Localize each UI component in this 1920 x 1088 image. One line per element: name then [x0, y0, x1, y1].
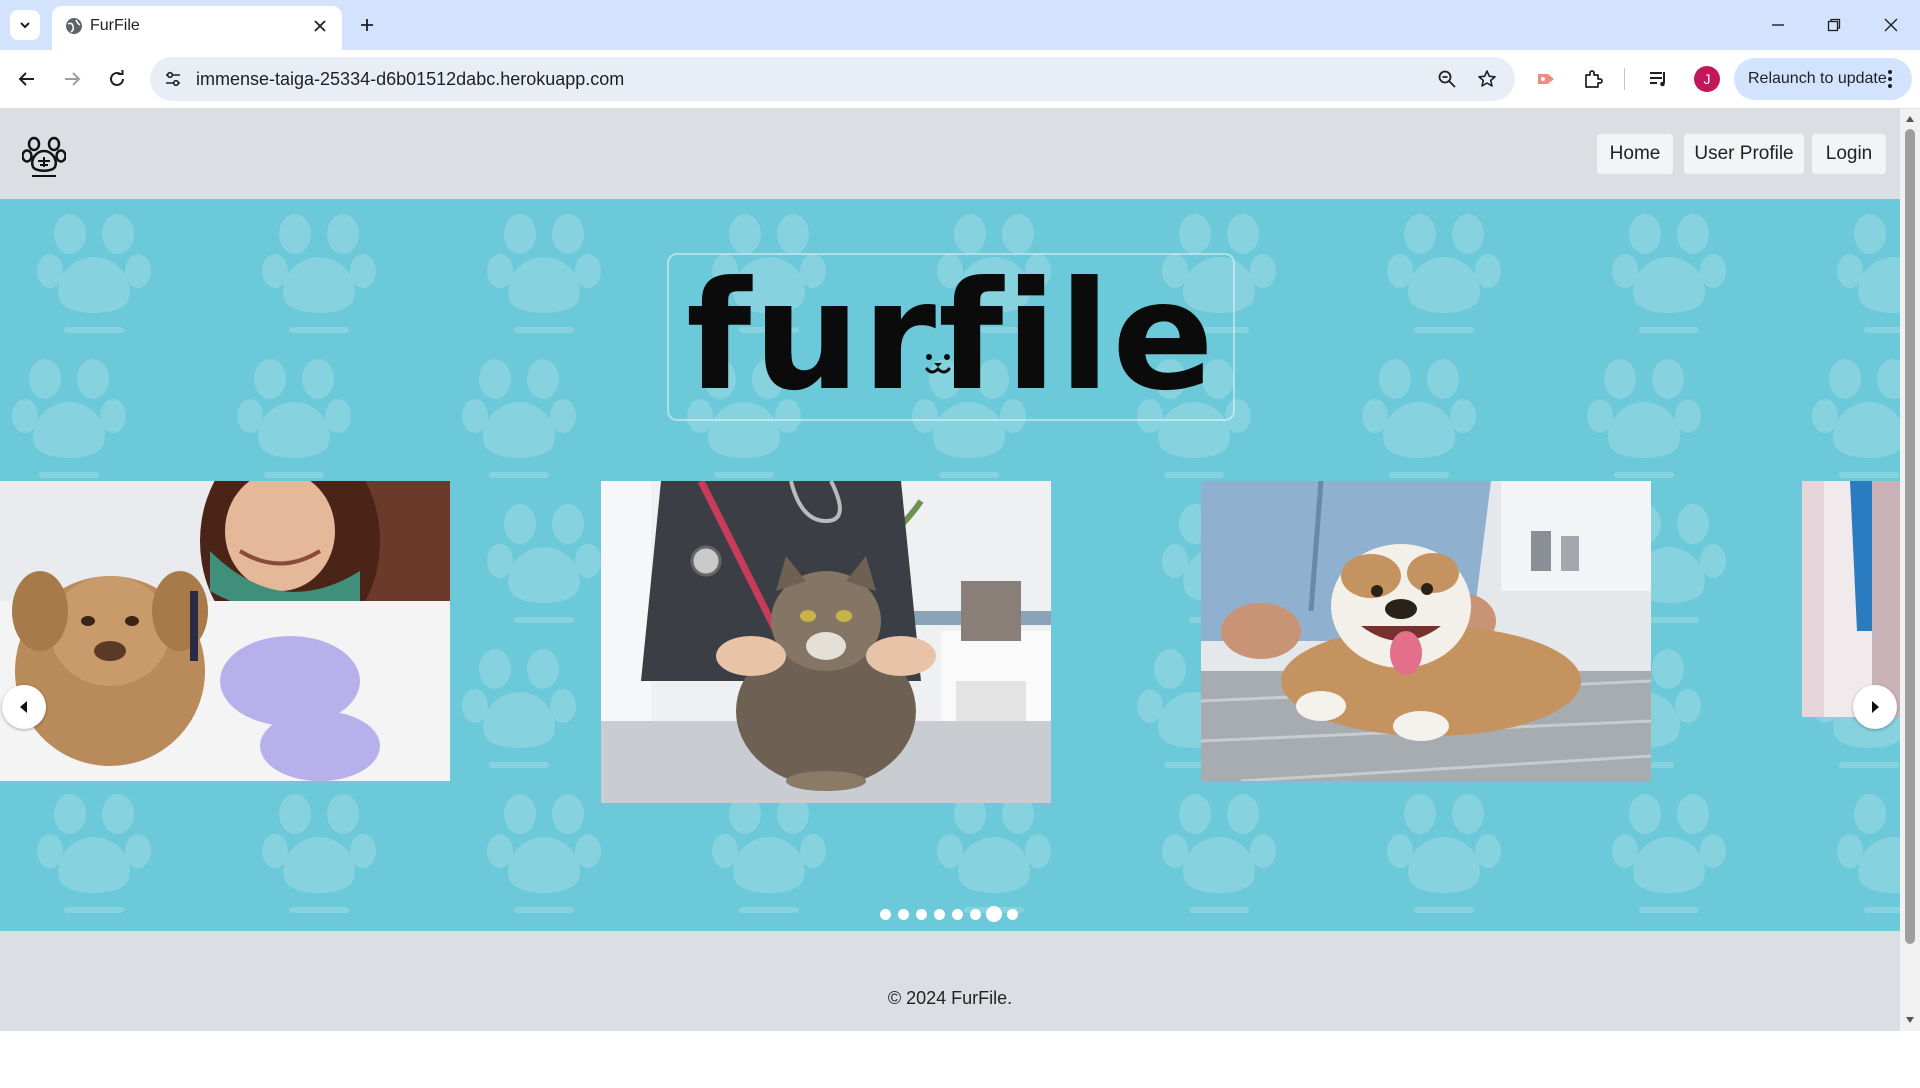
back-button[interactable] [12, 64, 42, 94]
star-icon [1478, 70, 1496, 87]
vet-puppy-image [0, 481, 450, 781]
extensions-button[interactable] [1578, 64, 1608, 94]
close-icon [1884, 18, 1898, 32]
browser-menu-button[interactable] [1878, 67, 1902, 91]
triangle-down-icon [1906, 1017, 1914, 1023]
forward-button[interactable] [57, 64, 87, 94]
scroll-up-arrow[interactable] [1904, 113, 1916, 125]
bookmark-button[interactable] [1475, 67, 1499, 91]
carousel-dot-4[interactable] [934, 909, 945, 920]
tab-close-button[interactable] [308, 14, 332, 38]
minimize-icon [1772, 24, 1784, 26]
chevron-down-icon [20, 22, 30, 29]
brand-wordmark: furfile [686, 250, 1216, 424]
carousel-prev-button[interactable] [2, 685, 46, 729]
site-info-button[interactable] [160, 66, 186, 92]
carousel-next-button[interactable] [1853, 685, 1897, 729]
tab-strip: FurFile [0, 0, 1920, 50]
reload-button[interactable] [102, 64, 132, 94]
restore-icon [1827, 18, 1841, 32]
new-tab-button[interactable] [352, 10, 382, 40]
brand-banner: furfile [667, 253, 1235, 421]
arrow-right-icon [65, 72, 81, 86]
media-control-button[interactable] [1643, 64, 1673, 94]
nav-login-button[interactable]: Login [1812, 134, 1886, 174]
cat-face-icon [925, 354, 951, 374]
zoom-button[interactable] [1435, 67, 1459, 91]
vet-cat-image [601, 481, 1051, 803]
plus-icon [361, 19, 373, 31]
carousel-dot-3[interactable] [916, 909, 927, 920]
close-window-button[interactable] [1876, 10, 1906, 40]
address-bar[interactable]: immense-taiga-25334-d6b01512dabc.herokua… [150, 57, 1515, 101]
relaunch-label: Relaunch to update [1748, 70, 1887, 87]
relaunch-button[interactable]: Relaunch to update [1734, 58, 1912, 100]
zoom-out-icon [1438, 70, 1456, 88]
carousel-slide-2[interactable] [601, 481, 1051, 803]
url-text[interactable]: immense-taiga-25334-d6b01512dabc.herokua… [196, 69, 624, 89]
page-viewport: Home User Profile Login furfile © 2024 F… [0, 109, 1900, 1031]
triangle-up-icon [1906, 116, 1914, 122]
carousel-dot-7-active[interactable] [986, 906, 1002, 922]
nav-user-profile-button[interactable]: User Profile [1684, 134, 1804, 174]
tab-search-button[interactable] [10, 10, 40, 40]
carousel-slide-4[interactable] [1802, 481, 1900, 717]
carousel-dot-1[interactable] [880, 909, 891, 920]
browser-tab-active[interactable]: FurFile [52, 6, 342, 50]
globe-icon [66, 18, 82, 34]
scroll-down-arrow[interactable] [1904, 1014, 1916, 1026]
browser-toolbar: immense-taiga-25334-d6b01512dabc.herokua… [0, 50, 1920, 109]
restore-button[interactable] [1819, 10, 1849, 40]
nav-home-button[interactable]: Home [1597, 134, 1673, 174]
minimize-button[interactable] [1763, 10, 1793, 40]
toolbar-separator [1624, 68, 1625, 90]
extension-button-1[interactable] [1531, 64, 1561, 94]
tune-icon [166, 71, 180, 87]
carousel-dot-5[interactable] [952, 909, 963, 920]
arrow-left-icon [18, 72, 34, 86]
site-header: Home User Profile Login [0, 109, 1900, 199]
carousel-slide-3[interactable] [1201, 481, 1651, 781]
site-footer: © 2024 FurFile. [0, 931, 1900, 1031]
triangle-left-icon [20, 701, 27, 713]
triangle-right-icon [1872, 701, 1879, 713]
carousel-dot-8[interactable] [1007, 909, 1018, 920]
paw-logo-icon[interactable] [22, 134, 66, 178]
vet-partial-image [1802, 481, 1900, 717]
profile-avatar[interactable]: J [1694, 66, 1720, 92]
page-scrollbar[interactable] [1900, 109, 1920, 1031]
carousel-dot-6[interactable] [970, 909, 981, 920]
queue-music-icon [1650, 72, 1665, 87]
more-vert-icon [1888, 70, 1892, 88]
extension-red-icon [1538, 74, 1554, 84]
close-icon [314, 20, 326, 32]
footer-copyright: © 2024 FurFile. [887, 988, 1013, 1008]
tab-title: FurFile [90, 17, 140, 34]
scrollbar-thumb[interactable] [1905, 129, 1915, 944]
hero-section: furfile [0, 199, 1900, 931]
reload-icon [110, 70, 124, 86]
carousel-slide-1[interactable] [0, 481, 450, 781]
carousel-dot-2[interactable] [898, 909, 909, 920]
vet-bulldog-image [1201, 481, 1651, 781]
puzzle-icon [1585, 70, 1603, 88]
